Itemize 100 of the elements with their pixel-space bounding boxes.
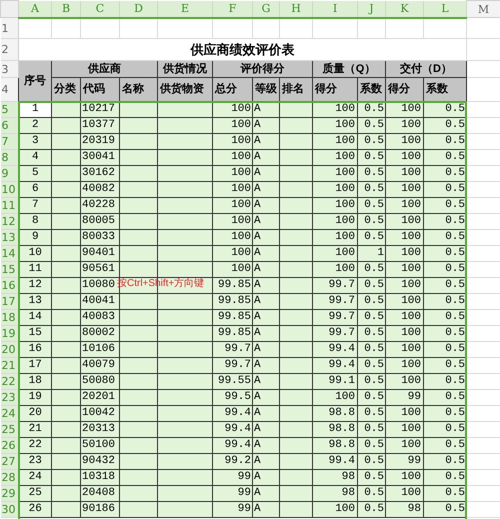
row-header[interactable]: 4 bbox=[0, 78, 18, 102]
row-header[interactable]: 30 bbox=[0, 502, 18, 518]
column-header[interactable]: C bbox=[80, 0, 120, 18]
row-header[interactable]: 24 bbox=[0, 406, 18, 422]
row-header[interactable]: 25 bbox=[0, 422, 18, 438]
table-cell: A bbox=[252, 438, 280, 454]
table-cell: 99.7 bbox=[312, 310, 358, 326]
header-cell: 序号 bbox=[18, 60, 52, 102]
table-cell: 99 bbox=[212, 486, 252, 502]
column-header[interactable]: K bbox=[386, 0, 424, 18]
table-cell: 100 bbox=[386, 118, 424, 134]
table-cell: 100 bbox=[386, 230, 424, 246]
table-cell: 100 bbox=[386, 262, 424, 278]
column-header[interactable]: B bbox=[52, 0, 80, 18]
row-header[interactable]: 1 bbox=[0, 18, 18, 38]
row-header[interactable]: 18 bbox=[0, 310, 18, 326]
table-cell: A bbox=[252, 262, 280, 278]
table-cell: 99.7 bbox=[212, 358, 252, 374]
header-cell: 系数 bbox=[358, 78, 386, 102]
table-cell: 99.4 bbox=[212, 438, 252, 454]
row-header[interactable]: 17 bbox=[0, 294, 18, 310]
column-header[interactable]: J bbox=[358, 0, 386, 18]
row-header[interactable]: 9 bbox=[0, 166, 18, 182]
table-cell: 99 bbox=[212, 502, 252, 518]
table-cell: A bbox=[252, 230, 280, 246]
row-header[interactable]: 5 bbox=[0, 102, 18, 118]
table-cell: 50100 bbox=[80, 438, 120, 454]
table-cell: 99.4 bbox=[312, 358, 358, 374]
row-header[interactable]: 13 bbox=[0, 230, 18, 246]
row-header[interactable]: 6 bbox=[0, 118, 18, 134]
row-header[interactable]: 10 bbox=[0, 182, 18, 198]
table-cell: A bbox=[252, 118, 280, 134]
row-header[interactable]: 23 bbox=[0, 390, 18, 406]
header-cell: 排名 bbox=[280, 78, 312, 102]
table-cell: 98.8 bbox=[312, 406, 358, 422]
row-header[interactable]: 19 bbox=[0, 326, 18, 342]
table-cell: 100 bbox=[212, 182, 252, 198]
table-cell: 99.2 bbox=[212, 454, 252, 470]
table-cell: A bbox=[252, 278, 280, 294]
row-header[interactable]: 14 bbox=[0, 246, 18, 262]
header-cell: 供货物资 bbox=[158, 78, 212, 102]
table-cell: A bbox=[252, 342, 280, 358]
row-header[interactable]: 20 bbox=[0, 342, 18, 358]
table-cell: 0.5 bbox=[358, 374, 386, 390]
column-header[interactable]: E bbox=[158, 0, 212, 18]
table-cell: 0.5 bbox=[358, 406, 386, 422]
row-header[interactable]: 26 bbox=[0, 438, 18, 454]
table-cell: 100 bbox=[386, 198, 424, 214]
row-header[interactable]: 7 bbox=[0, 134, 18, 150]
table-cell: 100 bbox=[312, 262, 358, 278]
row-header[interactable]: 22 bbox=[0, 374, 18, 390]
table-cell: 100 bbox=[386, 406, 424, 422]
column-header[interactable]: L bbox=[424, 0, 466, 18]
column-header[interactable]: M bbox=[466, 0, 500, 18]
table-cell: 0.5 bbox=[358, 230, 386, 246]
table-cell: 100 bbox=[386, 294, 424, 310]
table-cell: A bbox=[252, 358, 280, 374]
table-cell: 0.5 bbox=[358, 278, 386, 294]
table-cell: 99.4 bbox=[312, 454, 358, 470]
table-cell: 100 bbox=[312, 150, 358, 166]
header-cell: 系数 bbox=[424, 78, 466, 102]
table-cell: 1 bbox=[358, 246, 386, 262]
row-header[interactable]: 15 bbox=[0, 262, 18, 278]
table-cell: 0.5 bbox=[358, 326, 386, 342]
table-cell: 99.85 bbox=[212, 310, 252, 326]
column-header[interactable]: D bbox=[120, 0, 158, 18]
table-cell: 0.5 bbox=[358, 310, 386, 326]
table-cell: A bbox=[252, 326, 280, 342]
row-header[interactable]: 27 bbox=[0, 454, 18, 470]
table-cell: 100 bbox=[386, 166, 424, 182]
table-cell: 99.85 bbox=[212, 278, 252, 294]
column-header[interactable]: I bbox=[312, 0, 358, 18]
table-cell: 0.5 bbox=[358, 198, 386, 214]
table-cell: 40083 bbox=[80, 310, 120, 326]
row-header[interactable]: 11 bbox=[0, 198, 18, 214]
row-header[interactable]: 29 bbox=[0, 486, 18, 502]
column-header[interactable]: G bbox=[252, 0, 280, 18]
column-header[interactable]: A bbox=[18, 0, 52, 18]
row-header[interactable]: 16 bbox=[0, 278, 18, 294]
table-cell: 99 bbox=[386, 390, 424, 406]
table-cell: 10042 bbox=[80, 406, 120, 422]
table-cell: 90432 bbox=[80, 454, 120, 470]
row-header[interactable]: 8 bbox=[0, 150, 18, 166]
table-cell: A bbox=[252, 374, 280, 390]
header-cell: 质量（Q） bbox=[312, 60, 386, 78]
column-header[interactable]: H bbox=[280, 0, 312, 18]
column-header[interactable]: F bbox=[212, 0, 252, 18]
row-header[interactable]: 3 bbox=[0, 60, 18, 78]
row-header[interactable]: 28 bbox=[0, 470, 18, 486]
row-header[interactable]: 12 bbox=[0, 214, 18, 230]
table-cell: 99 bbox=[386, 454, 424, 470]
table-cell: A bbox=[252, 198, 280, 214]
table-cell: 98.8 bbox=[312, 422, 358, 438]
row-header[interactable]: 21 bbox=[0, 358, 18, 374]
table-cell: A bbox=[252, 486, 280, 502]
table-cell: 0.5 bbox=[358, 262, 386, 278]
row-header[interactable]: 2 bbox=[0, 38, 18, 60]
table-cell: 99.1 bbox=[312, 374, 358, 390]
table-cell: 0.5 bbox=[358, 358, 386, 374]
table-cell: 90186 bbox=[80, 502, 120, 518]
